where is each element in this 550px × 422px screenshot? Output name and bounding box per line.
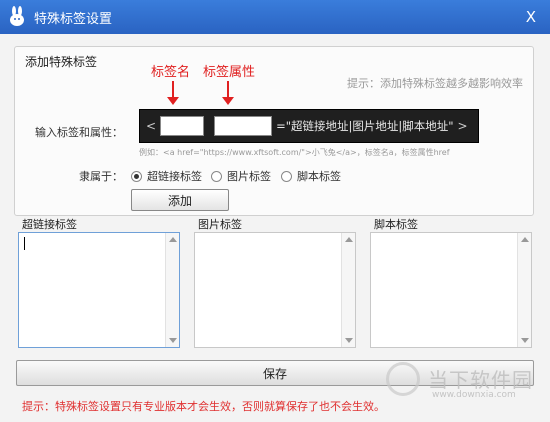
add-button[interactable]: 添加 (131, 189, 229, 211)
dialog-body: 添加特殊标签 提示：添加特殊标签越多越影响效率 标签名 标签属性 输入标签和属性… (0, 34, 550, 422)
text-caret (24, 237, 25, 250)
window-title: 特殊标签设置 (34, 11, 113, 27)
close-button[interactable]: X (526, 8, 536, 26)
input-label: 输入标签和属性： (35, 126, 123, 139)
title-bar: 特殊标签设置 X (0, 0, 550, 34)
radio-unselected-icon (281, 170, 292, 182)
scroll-up-icon[interactable] (345, 237, 353, 242)
hyperlink-list-group: 超链接标签 (14, 216, 184, 352)
radio-hyperlink[interactable]: 超链接标签 (131, 168, 202, 184)
radio-image[interactable]: 图片标签 (211, 168, 271, 184)
code-open-bracket: < (146, 119, 157, 133)
hyperlink-list-title: 超链接标签 (22, 218, 77, 231)
tag-attr-arrow-icon (222, 81, 234, 105)
radio-script[interactable]: 脚本标签 (281, 168, 341, 184)
tag-attr-annotation: 标签属性 (203, 65, 256, 80)
add-tag-group: 添加特殊标签 提示：添加特殊标签越多越影响效率 标签名 标签属性 输入标签和属性… (14, 46, 534, 216)
hyperlink-scrollbar[interactable] (165, 233, 179, 347)
scroll-up-icon[interactable] (169, 237, 177, 242)
app-rabbit-icon (6, 6, 28, 28)
add-tag-group-title: 添加特殊标签 (25, 55, 98, 69)
scroll-down-icon[interactable] (345, 338, 353, 343)
tag-name-arrow-icon (167, 81, 179, 105)
tag-code-editor: < ="超链接地址|图片地址|脚本地址" > (139, 109, 479, 143)
image-list-title: 图片标签 (198, 218, 242, 231)
script-list[interactable] (370, 232, 532, 348)
radio-selected-icon (131, 170, 142, 182)
code-close-bracket: > (457, 119, 468, 133)
tag-attr-input[interactable] (214, 116, 273, 136)
script-scrollbar[interactable] (517, 233, 531, 347)
belong-label: 隶属于： (79, 170, 123, 183)
radio-script-label: 脚本标签 (297, 170, 341, 183)
script-list-title: 脚本标签 (374, 218, 418, 231)
tag-name-input[interactable] (160, 116, 205, 136)
radio-hyperlink-label: 超链接标签 (147, 170, 202, 183)
watermark-logo-icon (386, 362, 420, 396)
scroll-down-icon[interactable] (169, 338, 177, 343)
example-text: 例如：<a href="https://www.xftsoft.com/">小飞… (139, 148, 450, 157)
efficiency-hint: 提示：添加特殊标签越多越影响效率 (347, 77, 523, 90)
radio-unselected-icon (211, 170, 222, 182)
script-list-group: 脚本标签 (366, 216, 536, 352)
image-scrollbar[interactable] (341, 233, 355, 347)
scroll-up-icon[interactable] (521, 237, 529, 242)
scroll-down-icon[interactable] (521, 338, 529, 343)
hyperlink-list[interactable] (18, 232, 180, 348)
watermark-url: www.downxia.com (432, 390, 516, 400)
radio-image-label: 图片标签 (227, 170, 271, 183)
code-attr-value: ="超链接地址|图片地址|脚本地址" (276, 119, 454, 133)
watermark-text: 当下软件园 (428, 368, 533, 392)
tag-name-annotation: 标签名 (151, 65, 191, 80)
image-list[interactable] (194, 232, 356, 348)
warning-text: 提示：特殊标签设置只有专业版本才会生效，否则就算保存了也不会生效。 (22, 400, 385, 413)
image-list-group: 图片标签 (190, 216, 360, 352)
